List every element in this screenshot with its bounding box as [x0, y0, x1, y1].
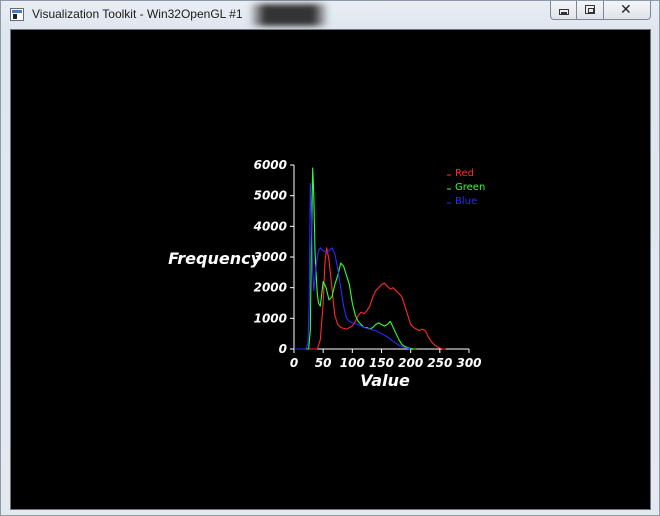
- x-tick-label: 150: [369, 356, 394, 370]
- y-tick-label: 6000: [254, 158, 287, 172]
- x-tick-label: 100: [340, 356, 365, 370]
- app-icon[interactable]: [10, 8, 24, 21]
- render-viewport[interactable]: 0 50 100 150 200 250 300 0 1000 2000 3000 4000 5000 6…: [10, 29, 651, 510]
- legend-label-green: Green: [455, 182, 485, 193]
- title-bar-shadow: [249, 4, 329, 26]
- x-tick-label: 300: [456, 356, 481, 370]
- maximize-button[interactable]: [577, 1, 604, 20]
- window-title: Visualization Toolkit - Win32OpenGL #1: [32, 7, 243, 21]
- close-button[interactable]: ✕: [604, 1, 651, 20]
- histogram-chart: 0 50 100 150 200 250 3000100020003000400050006…: [168, 158, 485, 390]
- x-tick-label: 250: [427, 356, 452, 370]
- y-tick-label: 0: [279, 342, 287, 356]
- y-tick-label: 1000: [254, 311, 287, 325]
- y-tick-label: 5000: [254, 189, 287, 203]
- legend-label-red: Red: [455, 168, 474, 179]
- x-tick-label: 200: [398, 356, 423, 370]
- y-tick-label: 4000: [253, 219, 287, 233]
- close-icon: ✕: [620, 2, 632, 18]
- minimize-button[interactable]: [550, 1, 577, 20]
- x-tick-label: 50: [315, 356, 332, 370]
- x-tick-label: 0: [290, 356, 298, 370]
- application-window: Visualization Toolkit - Win32OpenGL #1 ✕…: [0, 0, 660, 516]
- minimize-icon: [559, 9, 569, 15]
- x-axis-title: Value: [360, 371, 410, 390]
- maximize-icon: [585, 5, 595, 14]
- legend-label-blue: Blue: [455, 196, 477, 207]
- y-axis-title: Frequency: [168, 249, 261, 268]
- y-tick-label: 2000: [254, 281, 287, 295]
